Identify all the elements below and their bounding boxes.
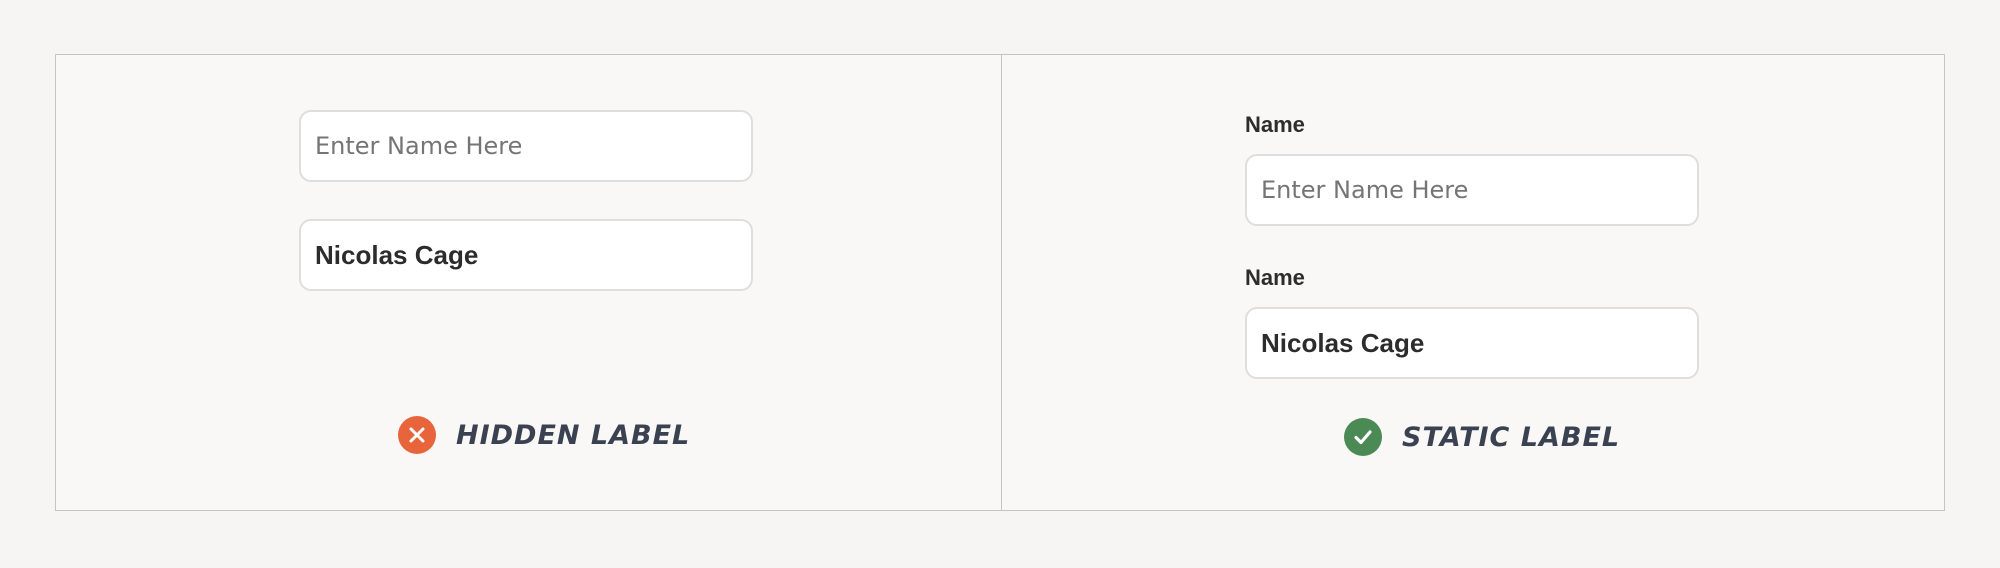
panel-divider [1001,55,1002,510]
name-field-label: Name [1245,265,1305,290]
comparison-frame: Enter Name Here Nicolas Cage HIDDEN LABE… [55,54,1945,511]
verdict-text: HIDDEN LABEL [456,419,691,451]
verdict-text: STATIC LABEL [1402,421,1621,453]
hidden-label-verdict: HIDDEN LABEL [398,416,690,454]
name-input-empty[interactable]: Enter Name Here [1245,154,1699,226]
name-input-empty[interactable]: Enter Name Here [299,110,753,182]
check-icon [1344,418,1382,456]
static-label-verdict: STATIC LABEL [1344,418,1620,456]
name-input-filled[interactable]: Nicolas Cage [299,219,753,291]
name-input-filled[interactable]: Nicolas Cage [1245,307,1699,379]
close-icon [398,416,436,454]
name-field-label: Name [1245,112,1305,137]
